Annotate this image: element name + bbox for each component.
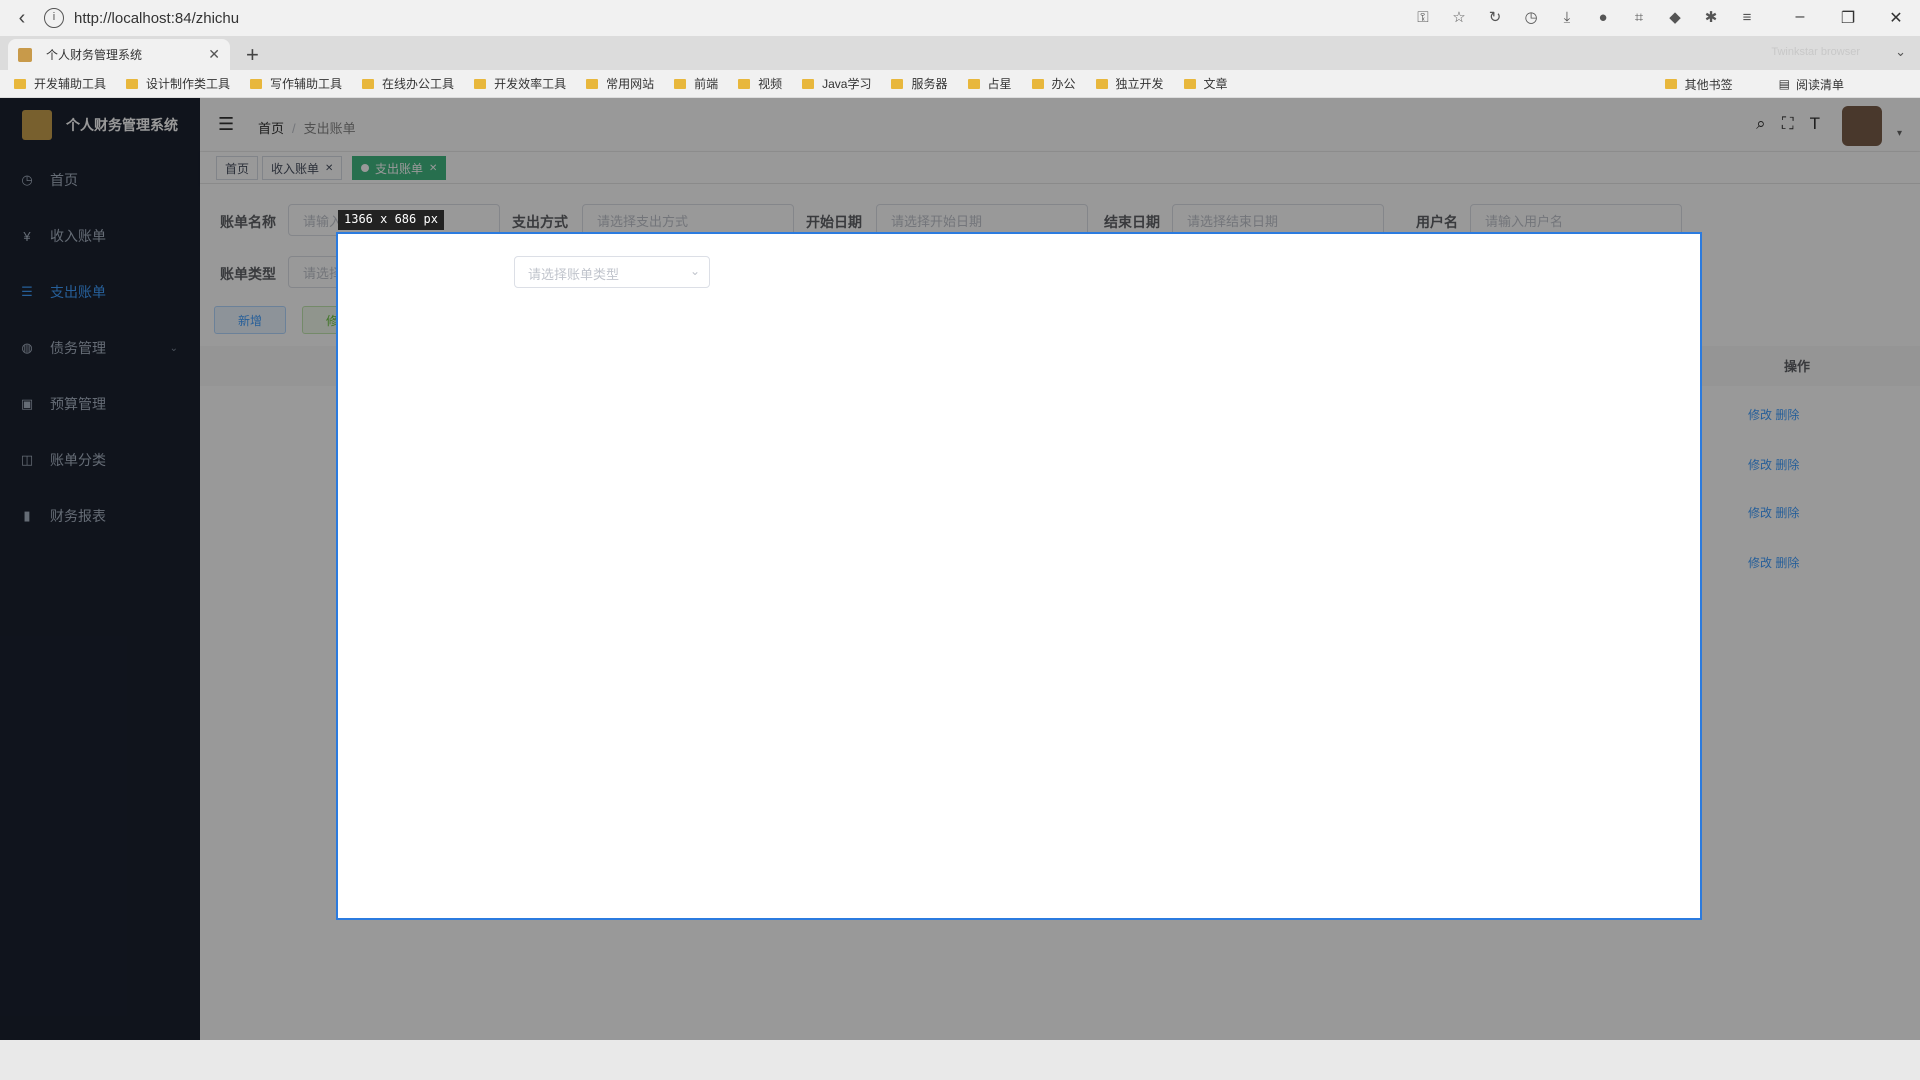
folder-icon — [1095, 78, 1108, 89]
profile-icon[interactable]: ● — [1594, 9, 1612, 27]
bookmark-item[interactable]: 独立开发 — [1095, 75, 1164, 92]
key-icon[interactable]: ⚿ — [1414, 9, 1432, 27]
tab-title: 个人财务管理系统 — [46, 48, 143, 62]
folder-icon — [802, 78, 815, 89]
reading-list-icon: ▤ — [1778, 77, 1790, 91]
shield-icon[interactable]: ◆ — [1666, 9, 1684, 27]
reload-icon[interactable]: ↻ — [1486, 9, 1504, 27]
folder-icon — [891, 78, 904, 89]
bookmark-item[interactable]: 前端 — [674, 75, 718, 92]
tab-close-icon[interactable]: ✕ — [208, 46, 220, 63]
folder-icon — [362, 78, 375, 89]
bookmark-item[interactable]: 设计制作类工具 — [126, 75, 230, 92]
star-icon[interactable]: ☆ — [1450, 9, 1468, 27]
download-icon[interactable]: ⤓ — [1558, 9, 1576, 27]
chevron-down-icon: ⌄ — [689, 264, 700, 278]
history-icon[interactable]: ◷ — [1522, 9, 1540, 27]
bookmarks-bar: 开发辅助工具 设计制作类工具 写作辅助工具 在线办公工具 开发效率工具 常用网站… — [0, 70, 1920, 98]
tab-strip: 个人财务管理系统 ✕ + Twinkstar browser ⌄ — [0, 36, 1920, 70]
restore-icon[interactable]: ❐ — [1824, 8, 1872, 28]
bookmark-item[interactable]: 视频 — [738, 75, 782, 92]
tab-favicon-icon — [18, 47, 32, 62]
bookmark-item[interactable]: Java学习 — [802, 75, 871, 92]
info-icon[interactable]: i — [44, 8, 64, 28]
minimize-icon[interactable]: – — [1776, 8, 1824, 28]
folder-icon — [14, 78, 26, 89]
bookmark-item[interactable]: 开发辅助工具 — [14, 75, 106, 92]
bookmark-item[interactable]: 办公 — [1031, 75, 1076, 92]
selection-size-label: 1366 x 686 px — [338, 210, 444, 230]
selection-top-area — [338, 234, 1700, 344]
browser-toolbar: ‹ i http://localhost:84/zhichu ⚿ ☆ ↻ ◷ ⤓… — [0, 0, 1920, 36]
bookmark-item[interactable]: 文章 — [1183, 75, 1228, 92]
folder-icon — [674, 78, 687, 89]
folder-icon — [738, 78, 751, 89]
menu-icon[interactable]: ≡ — [1738, 9, 1756, 27]
folder-icon — [1183, 78, 1196, 89]
reading-list[interactable]: ▤ 阅读清单 — [1779, 76, 1844, 93]
folder-icon — [474, 78, 487, 89]
back-icon[interactable]: ‹ — [0, 7, 44, 30]
browser-brand: Twinkstar browser — [1771, 46, 1860, 58]
other-bookmarks[interactable]: 其他书签 — [1664, 76, 1733, 93]
new-tab-icon[interactable]: + — [246, 42, 259, 68]
bookmark-item[interactable]: 开发效率工具 — [474, 75, 566, 92]
bookmark-item[interactable]: 常用网站 — [586, 75, 654, 92]
folder-icon — [250, 78, 263, 89]
close-window-icon[interactable]: ✕ — [1872, 8, 1920, 28]
folder-icon — [126, 78, 139, 89]
crop-icon[interactable]: ⌗ — [1630, 9, 1648, 27]
folder-icon — [967, 78, 980, 89]
bookmark-item[interactable]: 占星 — [967, 75, 1012, 92]
address-bar[interactable]: http://localhost:84/zhichu — [74, 10, 1414, 27]
folder-icon — [1664, 79, 1677, 89]
tab-search-chevron-icon[interactable]: ⌄ — [1895, 44, 1906, 60]
browser-tab[interactable]: 个人财务管理系统 ✕ — [8, 39, 230, 70]
extensions-icon[interactable]: ✱ — [1702, 9, 1720, 27]
screenshot-selection[interactable]: 请选择账单类型 ⌄ — [336, 232, 1702, 920]
folder-icon — [586, 78, 599, 89]
bookmark-item[interactable]: 写作辅助工具 — [250, 75, 342, 92]
bookmark-item[interactable]: 在线办公工具 — [362, 75, 454, 92]
folder-icon — [1031, 78, 1044, 89]
bookmark-item[interactable]: 服务器 — [891, 75, 948, 92]
